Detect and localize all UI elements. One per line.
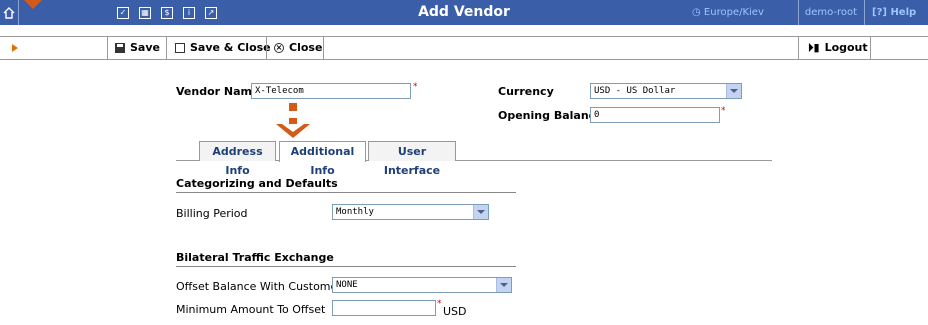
user-link[interactable]: demo-root xyxy=(798,0,864,25)
required-marker: * xyxy=(413,82,418,92)
chevron-down-icon xyxy=(726,84,741,98)
timezone-link[interactable]: ◷ Europe/Kiev xyxy=(692,0,764,25)
save-icon xyxy=(115,43,125,53)
save-close-label: Save & Close xyxy=(190,41,271,54)
help-icon: [?] xyxy=(872,7,887,18)
required-marker: * xyxy=(721,106,726,116)
close-label: Close xyxy=(289,41,323,54)
tab-label: Additional Info xyxy=(290,145,355,177)
tab-label: User Interface xyxy=(383,145,441,177)
tab-additional-info[interactable]: Additional Info xyxy=(279,141,366,177)
top-bar: ✓ ▦ $ i ↗ Add Vendor ◷ Europe/Kiev demo-… xyxy=(0,0,928,25)
logout-button[interactable]: ⏵▮ Logout xyxy=(808,37,868,59)
vendor-name-input[interactable]: X-Telecom xyxy=(251,83,411,99)
required-marker: * xyxy=(437,299,442,309)
currency-label: Currency xyxy=(498,85,554,98)
tab-user-interface[interactable]: User Interface xyxy=(368,141,456,177)
logout-label: Logout xyxy=(824,41,868,54)
save-close-button[interactable]: Save & Close xyxy=(175,37,271,59)
billing-period-value: Monthly xyxy=(336,207,374,217)
play-icon xyxy=(12,44,18,52)
save-button[interactable]: Save xyxy=(115,37,160,59)
offset-balance-select[interactable]: NONE xyxy=(332,277,512,293)
opening-balance-input[interactable]: 0 xyxy=(590,107,720,123)
timezone-label: Europe/Kiev xyxy=(703,7,764,18)
save-close-icon xyxy=(175,43,185,53)
marker-arrow-icon xyxy=(276,118,310,138)
currency-value: USD - US Dollar xyxy=(594,86,676,96)
section-title: Bilateral Traffic Exchange xyxy=(176,251,334,264)
currency-select[interactable]: USD - US Dollar xyxy=(590,83,742,99)
vendor-name-label: Vendor Name xyxy=(176,85,260,98)
section-divider xyxy=(176,192,516,193)
tab-address-info[interactable]: Address Info xyxy=(199,141,276,177)
dollar-icon[interactable]: $ xyxy=(159,0,175,25)
billing-period-select[interactable]: Monthly xyxy=(332,204,489,220)
logout-icon: ⏵▮ xyxy=(808,41,820,54)
section-divider xyxy=(176,266,516,267)
billing-period-label: Billing Period xyxy=(176,207,248,220)
chevron-down-icon xyxy=(473,205,488,219)
tab-label: Address Info xyxy=(212,145,263,177)
info-icon[interactable]: i xyxy=(181,0,197,25)
marker-square-icon xyxy=(289,103,297,111)
save-label: Save xyxy=(130,41,160,54)
clock-icon: ◷ xyxy=(692,7,701,18)
help-label: Help xyxy=(890,7,917,18)
offset-balance-value: NONE xyxy=(336,280,358,290)
section-title: Categorizing and Defaults xyxy=(176,177,338,190)
home-icon[interactable] xyxy=(0,0,18,25)
offset-balance-label: Offset Balance With Customer xyxy=(176,280,342,293)
chart-icon[interactable]: ↗ xyxy=(203,0,219,25)
toolbar: Save Save & Close × Close ⏵▮ Logout xyxy=(0,36,928,60)
minimum-amount-label: Minimum Amount To Offset xyxy=(176,303,326,316)
pointer-arrow-icon xyxy=(24,0,42,9)
close-button[interactable]: × Close xyxy=(274,37,322,59)
close-icon: × xyxy=(274,43,284,53)
opening-balance-label: Opening Balance xyxy=(498,109,603,122)
minimum-amount-input[interactable] xyxy=(332,300,436,316)
checkbox-icon[interactable]: ✓ xyxy=(115,0,131,25)
currency-unit-label: USD xyxy=(443,305,467,318)
help-link[interactable]: [?] Help xyxy=(872,0,916,25)
table-icon[interactable]: ▦ xyxy=(137,0,153,25)
chevron-down-icon xyxy=(496,278,511,292)
